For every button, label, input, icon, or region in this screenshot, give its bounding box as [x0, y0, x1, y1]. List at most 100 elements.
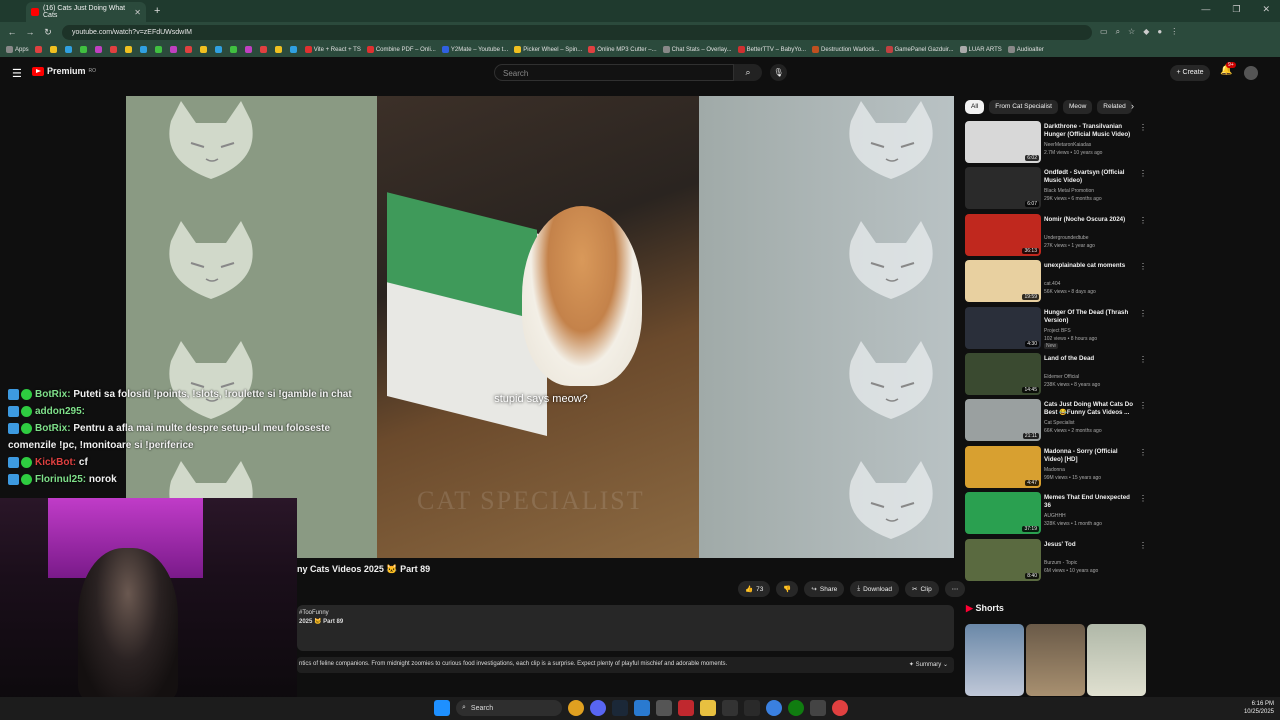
youtube-logo[interactable]: Premium RO: [32, 66, 96, 76]
rec-channel[interactable]: Black Metal Promotion: [1044, 188, 1094, 194]
video-thumbnail[interactable]: 37:19: [965, 492, 1041, 535]
rec-channel[interactable]: cat.404: [1044, 281, 1060, 287]
recommended-video[interactable]: 6:02 Darkthrone - Transilvanian Hunger (…: [965, 121, 1147, 165]
app-icon[interactable]: [810, 700, 826, 716]
rec-title[interactable]: Ondfødt - Svartsyn (Official Music Video…: [1044, 169, 1136, 185]
share-button[interactable]: ↪ Share: [804, 581, 845, 597]
more-options-icon[interactable]: ⋮: [1139, 541, 1147, 550]
video-thumbnail[interactable]: 36:13: [965, 213, 1041, 256]
bookmark-item[interactable]: Y2Mate – Youtube t...: [441, 45, 508, 53]
bookmark-icon[interactable]: [169, 46, 177, 53]
video-thumbnail[interactable]: 19:59: [965, 260, 1041, 303]
close-window-icon[interactable]: ✕: [1262, 4, 1270, 15]
filter-chip[interactable]: All: [965, 100, 985, 114]
bookmark-item[interactable]: Apps: [6, 45, 29, 53]
rec-title[interactable]: Darkthrone - Transilvanian Hunger (Offic…: [1044, 123, 1136, 139]
dislike-button[interactable]: 👎: [776, 581, 799, 597]
app-icon[interactable]: [656, 700, 672, 716]
bookmark-item[interactable]: BetterTTV – BabyYo...: [737, 45, 806, 53]
app-icon[interactable]: [766, 700, 782, 716]
minimize-icon[interactable]: —: [1201, 4, 1210, 15]
rec-channel[interactable]: Eldemer Official: [1044, 374, 1079, 380]
rec-channel[interactable]: Undergroundedtube: [1044, 235, 1088, 241]
recommended-video[interactable]: 21:11 Cats Just Doing What Cats Do Best …: [965, 399, 1147, 443]
more-actions-button[interactable]: ⋯: [944, 581, 966, 597]
obs-icon[interactable]: [678, 700, 694, 716]
recommended-video[interactable]: 4:30 Hunger Of The Dead (Thrash Version)…: [965, 306, 1147, 351]
bookmark-icon[interactable]: [64, 46, 72, 53]
rec-channel[interactable]: Cat Specialist: [1044, 420, 1075, 426]
bookmark-icon[interactable]: [274, 46, 282, 53]
more-options-icon[interactable]: ⋮: [1139, 169, 1147, 178]
bookmark-item[interactable]: Audioalter: [1007, 45, 1044, 53]
short-thumbnail[interactable]: [1026, 624, 1085, 696]
bookmark-icon[interactable]: [109, 46, 117, 53]
bookmark-item[interactable]: Destruction Warlock...: [812, 45, 880, 53]
close-tab-icon[interactable]: ✕: [134, 8, 141, 17]
bookmark-icon[interactable]: [139, 46, 147, 53]
recommended-video[interactable]: 36:13 Nomir (Noche Oscura 2024) Undergro…: [965, 213, 1147, 258]
description-box[interactable]: #TooFunny 2025 🐱 Part 89: [297, 605, 954, 651]
bookmark-icon[interactable]: [244, 46, 252, 53]
bookmark-icon[interactable]: [184, 46, 192, 53]
rec-title[interactable]: unexplainable cat moments: [1044, 262, 1136, 270]
filter-chip[interactable]: Related: [1097, 100, 1132, 114]
more-options-icon[interactable]: ⋮: [1139, 309, 1147, 318]
notifications-button[interactable]: 🔔 9+: [1220, 62, 1236, 76]
short-thumbnail[interactable]: [1087, 624, 1146, 696]
menu-dots-icon[interactable]: ⋮: [1170, 27, 1178, 37]
short-thumbnail[interactable]: [965, 624, 1024, 696]
bookmark-icon[interactable]: [34, 46, 42, 53]
bookmark-item[interactable]: Chat Stats – Overlay...: [662, 45, 732, 53]
account-avatar[interactable]: [1244, 66, 1258, 80]
bookmark-icon[interactable]: [79, 46, 87, 53]
bookmark-icon[interactable]: [214, 46, 222, 53]
app-icon[interactable]: [722, 700, 738, 716]
bookmark-item[interactable]: Vite + React + TS: [304, 45, 361, 53]
extension-icon[interactable]: ◆: [1143, 27, 1149, 37]
star-icon[interactable]: ☆: [1128, 27, 1135, 37]
bookmark-item[interactable]: Combine PDF – Onli...: [366, 45, 436, 53]
more-options-icon[interactable]: ⋮: [1139, 123, 1147, 132]
reload-icon[interactable]: ↻: [42, 27, 54, 38]
bookmark-icon[interactable]: [229, 46, 237, 53]
summary-button[interactable]: ✦ Summary ⌄: [909, 661, 948, 668]
rec-channel[interactable]: Project BFS: [1044, 328, 1071, 334]
bookmark-icon[interactable]: [94, 46, 102, 53]
chrome-icon[interactable]: [568, 700, 584, 716]
bookmark-icon[interactable]: [199, 46, 207, 53]
zoom-icon[interactable]: ⌕: [1116, 27, 1120, 37]
back-icon[interactable]: ←: [6, 27, 18, 37]
rec-title[interactable]: Land of the Dead: [1044, 355, 1136, 363]
recommended-video[interactable]: 19:59 unexplainable cat moments cat.404 …: [965, 260, 1147, 304]
rec-title[interactable]: Madonna - Sorry (Official Video) [HD]: [1044, 448, 1136, 464]
video-player[interactable]: stupid says meow? CAT SPECIALIST: [126, 96, 954, 558]
bookmark-item[interactable]: GamePanel Gazduir...: [885, 45, 954, 53]
rec-title[interactable]: Jesus' Tod: [1044, 541, 1136, 549]
windows-start-icon[interactable]: [434, 700, 450, 716]
more-options-icon[interactable]: ⋮: [1139, 262, 1147, 271]
discord-icon[interactable]: [590, 700, 606, 716]
url-field[interactable]: youtube.com/watch?v=zEFdUWsdwIM: [62, 24, 1092, 40]
create-button[interactable]: + Create: [1170, 65, 1210, 81]
hamburger-menu-icon[interactable]: ☰: [12, 67, 22, 80]
more-options-icon[interactable]: ⋮: [1139, 448, 1147, 457]
download-button[interactable]: ⤓ Download: [850, 581, 900, 597]
more-options-icon[interactable]: ⋮: [1139, 494, 1147, 503]
cast-icon[interactable]: ▭: [1100, 27, 1108, 37]
xbox-icon[interactable]: [788, 700, 804, 716]
bookmark-icon[interactable]: [154, 46, 162, 53]
app-icon[interactable]: [832, 700, 848, 716]
profile-icon[interactable]: ●: [1157, 27, 1162, 37]
video-thumbnail[interactable]: 6:07: [965, 167, 1041, 210]
recommended-video[interactable]: 8:40 Jesus' Tod Burzum - Topic 6M views …: [965, 538, 1147, 583]
folder-icon[interactable]: [700, 700, 716, 716]
vscode-icon[interactable]: [634, 700, 650, 716]
more-options-icon[interactable]: ⋮: [1139, 401, 1147, 410]
rec-channel[interactable]: Madonna: [1044, 467, 1065, 473]
voice-search-button[interactable]: 🎙: [770, 64, 787, 81]
recommended-video[interactable]: 14:45 Land of the Dead Eldemer Official …: [965, 353, 1147, 397]
system-clock[interactable]: 6:16 PM 10/25/2025: [1244, 700, 1274, 716]
more-options-icon[interactable]: ⋮: [1139, 216, 1147, 225]
steam-icon[interactable]: [612, 700, 628, 716]
